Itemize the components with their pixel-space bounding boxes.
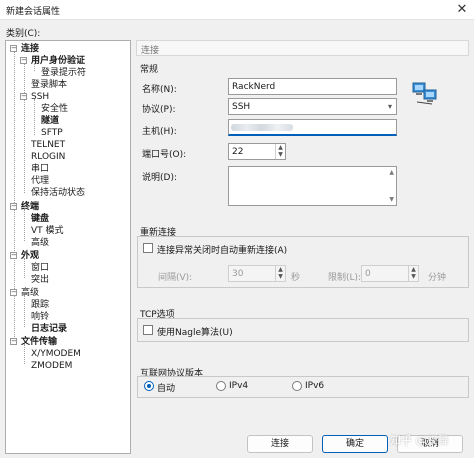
- tree-item-login-prompt[interactable]: 登录提示符: [41, 67, 86, 79]
- auto-reconnect-label: 连接异常关闭时自动重新连接(A): [157, 246, 288, 256]
- collapse-icon[interactable]: −: [10, 252, 17, 259]
- scroll-up-icon[interactable]: ▲: [389, 169, 394, 176]
- port-label: 端口号(O):: [142, 150, 187, 160]
- tree-item-xymodem[interactable]: X/YMODEM: [31, 348, 81, 360]
- tree-item-keyboard[interactable]: 键盘: [31, 213, 49, 225]
- radio-auto-label: 自动: [157, 384, 176, 394]
- tree-item-keepalive[interactable]: 保持活动状态: [31, 187, 85, 199]
- collapse-icon[interactable]: −: [10, 45, 17, 52]
- description-input[interactable]: ▲ ▼: [228, 166, 397, 206]
- watermark: 知乎 @双舞: [390, 434, 449, 447]
- tree-item-vt-mode[interactable]: VT 模式: [31, 225, 64, 237]
- port-value: 22: [232, 147, 244, 157]
- spin-down-icon[interactable]: ▼: [276, 151, 285, 158]
- spin-down-icon[interactable]: ▼: [276, 273, 285, 280]
- tree-item-window[interactable]: 窗口: [31, 262, 49, 274]
- name-input[interactable]: RackNerd: [228, 78, 397, 95]
- connect-button[interactable]: 连接: [247, 435, 313, 453]
- spin-up-icon[interactable]: ▲: [276, 266, 285, 273]
- network-computers-icon: [412, 80, 438, 106]
- description-label: 说明(D):: [142, 173, 177, 183]
- category-tree[interactable]: − 连接 − 用户身份验证 登录提示符 登录脚本 − SSH 安全性 隧道 SF…: [5, 40, 131, 454]
- tree-item-rlogin[interactable]: RLOGIN: [31, 151, 65, 163]
- auto-reconnect-checkbox[interactable]: [143, 243, 153, 253]
- tree-item-sftp[interactable]: SFTP: [41, 127, 63, 139]
- radio-auto[interactable]: [144, 381, 154, 391]
- tree-item-serial[interactable]: 串口: [31, 163, 49, 175]
- spin-down-icon[interactable]: ▼: [409, 273, 418, 280]
- spin-up-icon[interactable]: ▲: [409, 266, 418, 273]
- collapse-icon[interactable]: −: [10, 289, 17, 296]
- collapse-icon[interactable]: −: [10, 338, 17, 345]
- name-label: 名称(N):: [142, 85, 177, 95]
- window-title: 新建会话属性: [6, 7, 61, 17]
- limit-label: 限制(L):: [328, 273, 362, 283]
- interval-unit: 秒: [291, 273, 301, 283]
- tree-line: [24, 209, 25, 241]
- limit-spinner[interactable]: ▲ ▼: [408, 266, 418, 281]
- limit-input[interactable]: 0 ▲ ▼: [361, 265, 419, 282]
- interval-label: 间隔(V):: [158, 273, 193, 283]
- nagle-checkbox[interactable]: [143, 325, 153, 335]
- spin-up-icon[interactable]: ▲: [276, 144, 285, 151]
- collapse-icon[interactable]: −: [10, 203, 17, 210]
- scroll-down-icon[interactable]: ▼: [389, 196, 394, 203]
- radio-ipv6[interactable]: [292, 381, 302, 391]
- tree-item-bell[interactable]: 响铃: [31, 311, 49, 323]
- interval-value: 30: [232, 269, 244, 279]
- port-input[interactable]: 22 ▲ ▼: [228, 143, 286, 160]
- tree-line: [34, 99, 35, 135]
- close-icon[interactable]: ✕: [454, 2, 470, 18]
- tree-item-logging[interactable]: 日志记录: [31, 323, 67, 335]
- interval-input[interactable]: 30 ▲ ▼: [228, 265, 286, 282]
- host-label: 主机(H):: [142, 127, 177, 137]
- redacted-host: [231, 124, 293, 131]
- tree-line: [24, 63, 25, 193]
- tree-line: [14, 51, 15, 345]
- ip-version-group: [137, 376, 469, 398]
- breadcrumb: 连接: [136, 40, 469, 56]
- nagle-label: 使用Nagle算法(U): [157, 328, 233, 338]
- protocol-value: SSH: [232, 102, 251, 112]
- title-bar: 新建会话属性 ✕: [0, 0, 474, 20]
- tree-item-terminal-advanced[interactable]: 高级: [31, 237, 49, 249]
- tree-item-tunnel[interactable]: 隧道: [41, 115, 59, 127]
- tree-item-proxy[interactable]: 代理: [31, 175, 49, 187]
- tree-item-zmodem[interactable]: ZMODEM: [31, 360, 72, 372]
- tree-item-highlight[interactable]: 突出: [31, 274, 49, 286]
- interval-spinner[interactable]: ▲ ▼: [275, 266, 285, 281]
- tree-item-trace[interactable]: 跟踪: [31, 299, 49, 311]
- limit-value: 0: [365, 269, 371, 279]
- chevron-down-icon: ▾: [387, 102, 392, 111]
- protocol-label: 协议(P):: [142, 105, 176, 115]
- category-label: 类别(C):: [6, 29, 41, 39]
- collapse-icon[interactable]: −: [20, 93, 27, 100]
- protocol-select[interactable]: SSH ▾: [228, 98, 397, 115]
- tree-line: [24, 295, 25, 327]
- radio-ipv4[interactable]: [216, 381, 226, 391]
- tree-item-security[interactable]: 安全性: [41, 103, 68, 115]
- collapse-icon[interactable]: −: [20, 57, 27, 64]
- host-input[interactable]: [228, 119, 397, 136]
- ok-button[interactable]: 确定: [322, 435, 388, 453]
- radio-ipv6-label: IPv6: [305, 381, 325, 391]
- tree-item-login-script[interactable]: 登录脚本: [31, 79, 67, 91]
- limit-unit: 分钟: [428, 273, 447, 283]
- port-spinner[interactable]: ▲ ▼: [275, 144, 285, 159]
- radio-ipv4-label: IPv4: [229, 381, 249, 391]
- tree-item-telnet[interactable]: TELNET: [31, 139, 65, 151]
